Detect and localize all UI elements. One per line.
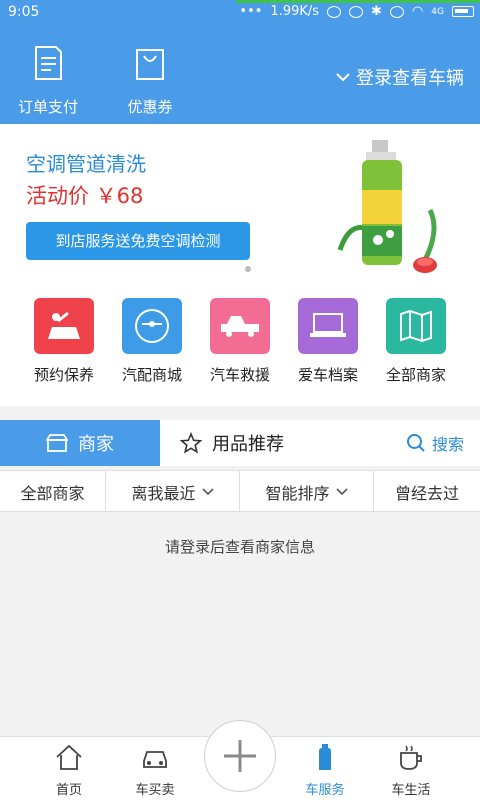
category-all-merchants[interactable]: 全部商家 [372,298,460,385]
category-maintenance[interactable]: 预约保养 [20,298,108,385]
order-pay-button[interactable]: 订单支付 [8,44,88,117]
category-roadside-rescue[interactable]: 汽车救援 [196,298,284,385]
home-icon [56,744,82,770]
plus-icon [224,740,256,772]
nav-home[interactable]: 首页 [34,743,104,798]
filter-smart-sort[interactable]: 智能排序 [240,471,374,512]
status-bar: 9:05 ••• 1.99K/s ✱ ◠ 4G [0,0,480,26]
top-header: 订单支付 优惠券 登录查看车辆 [0,26,480,124]
battery-icon [452,6,474,17]
wifi-icon: ◠ [411,4,424,19]
chevron-down-icon [335,487,348,495]
login-view-vehicle-link[interactable]: 登录查看车辆 [336,64,464,90]
chevron-down-icon [336,73,350,82]
filter-label: 曾经去过 [394,483,459,503]
status-speed: 1.99K/s [270,4,320,19]
star-icon [180,432,202,454]
nav-label: 车买卖 [135,783,175,798]
category-car-archive[interactable]: 爱车档案 [284,298,372,385]
filter-all-merchants[interactable]: 全部商家 [0,471,106,512]
category-label: 爱车档案 [297,366,358,384]
shopping-bag-icon [136,49,164,80]
coffee-cup-icon [400,745,422,770]
coupon-label: 优惠券 [127,98,173,116]
alarm-icon [389,5,404,18]
add-plus-button[interactable] [204,720,276,792]
empty-state-message: 请登录后查看商家信息 [164,538,315,556]
filter-nearest[interactable]: 离我最近 [106,471,240,512]
filter-visited[interactable]: 曾经去过 [374,471,480,512]
tow-truck-icon [210,298,270,354]
map-icon [386,298,446,354]
status-time: 9:05 [8,4,40,20]
search-label: 搜索 [431,435,464,454]
nav-label: 车生活 [391,783,431,798]
order-pay-label: 订单支付 [17,98,78,116]
nav-label: 车服务 [305,783,345,798]
category-label: 汽车救援 [209,366,270,384]
filter-label: 全部商家 [20,483,85,503]
filter-label: 离我最近 [131,483,196,503]
login-view-vehicle-label: 登录查看车辆 [356,68,464,89]
category-label: 汽配商城 [121,366,182,384]
status-icons: ••• 1.99K/s ✱ ◠ 4G [239,4,474,19]
sync-icon [349,5,364,18]
nav-label: 首页 [55,783,82,798]
category-grid: 预约保养 汽配商城 汽车救援 爱车档案 全部商家 [0,280,480,406]
tab-product-recommend[interactable]: 用品推荐 [180,420,284,466]
spray-can-product-image [337,140,437,273]
banner-title: 空调管道清洗 [26,152,146,176]
nav-buy-sell-car[interactable]: 车买卖 [120,743,190,798]
hotspot-icon [327,5,342,18]
promo-banner[interactable]: 空调管道清洗 活动价 ￥68 到店服务送免费空调检测 [0,124,480,280]
laptop-icon [298,298,358,354]
nav-car-life[interactable]: 车生活 [376,743,446,798]
network-type: 4G [431,6,444,17]
banner-price: 活动价 ￥68 [26,184,144,208]
bottle-icon [319,744,331,770]
filter-label: 智能排序 [265,483,330,503]
nav-car-service[interactable]: 车服务 [290,743,360,798]
tab-product-recommend-label: 用品推荐 [212,434,284,455]
car-repair-icon [34,298,94,354]
tab-merchants-label: 商家 [78,434,114,455]
gauge-icon [122,298,182,354]
banner-pager-dot [245,266,251,272]
category-label: 全部商家 [385,366,446,384]
coupon-button[interactable]: 优惠券 [110,44,190,117]
search-button[interactable]: 搜索 [406,420,464,466]
search-icon [406,434,425,452]
progress-line [236,0,480,3]
tab-merchants[interactable]: 商家 [0,420,160,466]
chevron-down-icon [201,487,214,495]
status-dots: ••• [239,4,263,19]
category-parts-mall[interactable]: 汽配商城 [108,298,196,385]
bluetooth-icon: ✱ [371,4,382,19]
filter-bar: 全部商家 离我最近 智能排序 曾经去过 [0,470,480,512]
banner-service-button[interactable]: 到店服务送免费空调检测 [26,222,250,260]
category-label: 预约保养 [33,366,94,384]
car-icon [143,751,167,768]
order-document-icon [35,46,62,80]
shop-icon [46,434,68,452]
content-tabs: 商家 用品推荐 搜索 [0,420,480,466]
